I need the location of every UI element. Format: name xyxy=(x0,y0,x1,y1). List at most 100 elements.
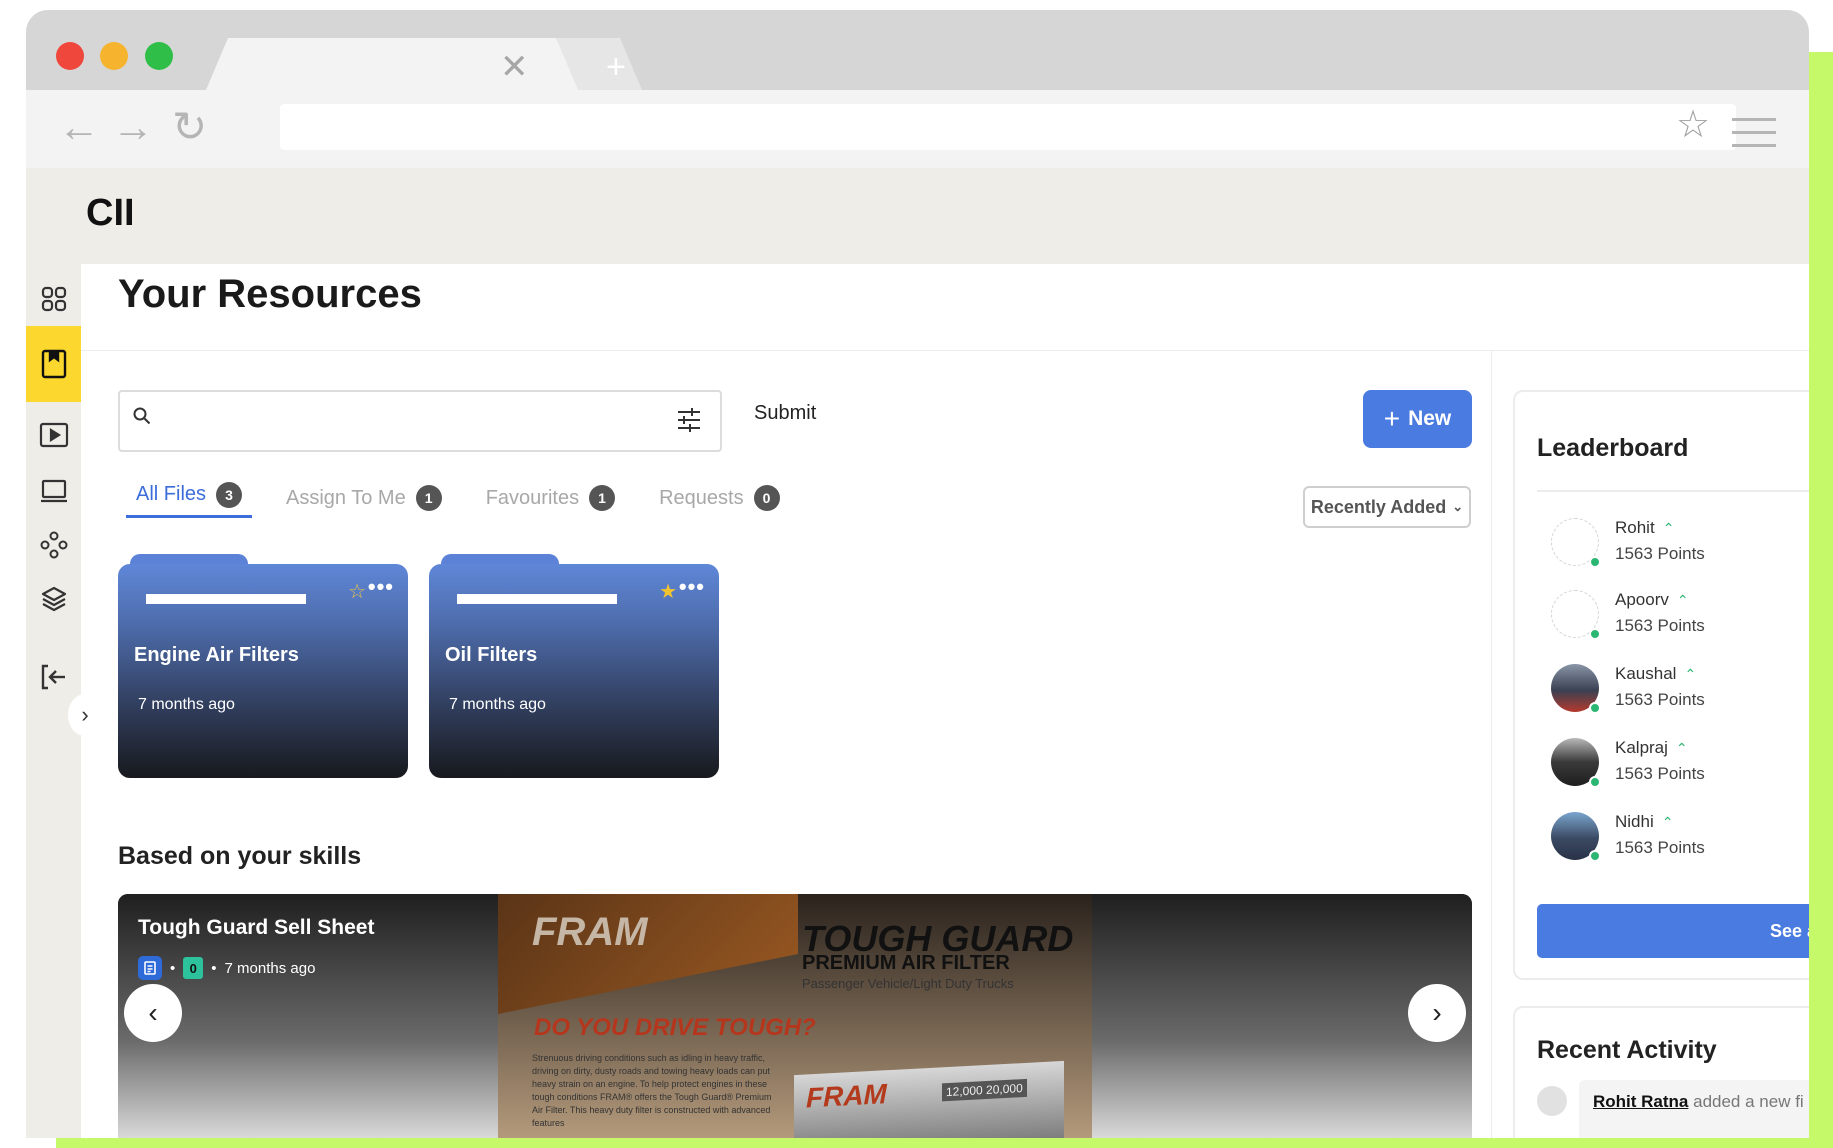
count-chip: 0 xyxy=(183,957,204,979)
new-button-label: New xyxy=(1408,407,1452,430)
chevron-left-icon: ‹ xyxy=(148,997,158,1028)
online-status-dot xyxy=(1589,556,1601,568)
promo-small-text: Passenger Vehicle/Light Duty Trucks xyxy=(802,976,1014,991)
tab-label: Requests xyxy=(659,486,744,509)
folder-card[interactable]: ☆ ••• Engine Air Filters 7 months ago xyxy=(118,554,408,778)
carousel-prev-button[interactable]: ‹ xyxy=(124,984,182,1042)
user-points: 1563 Points xyxy=(1615,764,1705,783)
submit-button[interactable]: Submit xyxy=(754,402,816,425)
bookmark-icon xyxy=(41,349,66,379)
leaderboard-row[interactable]: Kaushal ⌃ 1563 Points xyxy=(1551,662,1809,718)
tab-all-files[interactable]: All Files 3 xyxy=(126,478,253,518)
plus-icon[interactable]: + xyxy=(606,50,626,84)
minimize-window-button[interactable] xyxy=(100,42,128,70)
promo-subtitle: PREMIUM AIR FILTER xyxy=(802,952,1010,974)
grid-icon xyxy=(41,286,66,312)
browser-menu-icon[interactable] xyxy=(1732,118,1776,157)
see-all-button[interactable]: See all xyxy=(1537,904,1809,958)
tab-favourites[interactable]: Favourites 1 xyxy=(476,478,625,518)
count-badge: 1 xyxy=(589,485,616,511)
star-outline-icon[interactable]: ☆ xyxy=(348,582,366,602)
folder-body: ☆ ••• Engine Air Filters 7 months ago xyxy=(118,564,408,778)
close-tab-icon[interactable]: ✕ xyxy=(500,50,529,84)
skills-section-title: Based on your skills xyxy=(118,842,362,870)
app-header: CII xyxy=(26,168,1809,264)
column-divider xyxy=(1491,351,1492,1138)
user-points: 1563 Points xyxy=(1615,838,1705,857)
tab-assign-to-me[interactable]: Assign To Me 1 xyxy=(276,478,452,518)
sort-label: Recently Added xyxy=(1310,496,1447,517)
online-status-dot xyxy=(1589,628,1601,640)
search-icon xyxy=(133,407,151,425)
forward-arrow-icon[interactable]: → xyxy=(112,106,154,148)
rank-up-icon: ⌃ xyxy=(1675,739,1688,756)
play-icon xyxy=(39,422,68,448)
folder-paper xyxy=(146,594,306,604)
leaderboard-card: Leaderboard Rohit ⌃ 1563 Points Apoorv ⌃ 1… xyxy=(1513,390,1809,980)
activity-user-link[interactable]: Rohit Ratna xyxy=(1593,1092,1688,1111)
product-box: FRAM 12,000 20,000 xyxy=(794,1060,1064,1138)
search-input[interactable] xyxy=(160,402,660,440)
user-points: 1563 Points xyxy=(1615,690,1705,709)
sort-dropdown[interactable]: Recently Added ⌄ xyxy=(1303,486,1471,528)
resource-meta: • 0 • 7 months ago xyxy=(138,956,315,980)
plus-icon: + xyxy=(1383,403,1401,434)
close-window-button[interactable] xyxy=(56,42,84,70)
carousel-next-button[interactable]: › xyxy=(1408,984,1466,1042)
folder-name: Oil Filters xyxy=(445,644,538,666)
activity-text: added a new fi xyxy=(1688,1092,1804,1111)
rank-up-icon: ⌃ xyxy=(1676,591,1689,608)
document-icon xyxy=(138,956,162,980)
online-status-dot xyxy=(1589,702,1601,714)
maximize-window-button[interactable] xyxy=(145,42,173,70)
tab-label: All Files xyxy=(136,483,207,505)
star-filled-icon[interactable]: ★ xyxy=(659,582,677,602)
leaderboard-row[interactable]: Nidhi ⌃ 1563 Points xyxy=(1551,810,1809,866)
leaderboard-row[interactable]: Rohit ⌃ 1563 Points xyxy=(1551,516,1809,572)
user-name: Kalpraj xyxy=(1615,738,1668,757)
tab-requests[interactable]: Requests 0 xyxy=(649,478,790,518)
file-tabs: All Files 3 Assign To Me 1 Favourites 1 Req… xyxy=(126,478,790,522)
resource-preview-image[interactable]: FRAM TOUGH GUARD PREMIUM AIR FILTER Pass… xyxy=(498,894,1092,1138)
address-bar[interactable] xyxy=(280,104,1736,150)
new-button[interactable]: + New xyxy=(1363,390,1472,448)
sidebar-item-layers[interactable] xyxy=(26,566,81,632)
sidebar-item-dashboard[interactable] xyxy=(26,266,81,332)
avatar xyxy=(1537,1086,1567,1116)
recent-activity-title: Recent Activity xyxy=(1537,1036,1717,1064)
online-status-dot xyxy=(1589,776,1601,788)
user-points: 1563 Points xyxy=(1615,544,1705,563)
activity-item[interactable]: Rohit Ratna added a new fi xyxy=(1579,1080,1809,1138)
product-box-brand: FRAM xyxy=(806,1078,887,1114)
user-name: Nidhi xyxy=(1615,812,1654,831)
search-box xyxy=(118,390,722,452)
more-options-icon[interactable]: ••• xyxy=(368,576,394,598)
user-name: Rohit xyxy=(1615,518,1655,537)
folder-card[interactable]: ★ ••• Oil Filters 7 months ago xyxy=(429,554,719,778)
promo-body-text: Strenuous driving conditions such as idl… xyxy=(532,1053,772,1128)
promo-brand: FRAM xyxy=(532,910,648,954)
folder-date: 7 months ago xyxy=(449,696,546,713)
leaderboard-title: Leaderboard xyxy=(1537,434,1689,462)
sidebar-expand-chevron-icon[interactable]: › xyxy=(68,694,102,736)
user-name: Kaushal xyxy=(1615,664,1677,683)
reload-icon[interactable]: ↻ xyxy=(172,106,207,148)
tab-label: Assign To Me xyxy=(286,486,406,509)
leaderboard-row[interactable]: Kalpraj ⌃ 1563 Points xyxy=(1551,736,1809,792)
leaderboard-row[interactable]: Apoorv ⌃ 1563 Points xyxy=(1551,588,1809,644)
logout-icon xyxy=(41,664,65,690)
more-options-icon[interactable]: ••• xyxy=(679,576,705,598)
tab-label: Favourites xyxy=(485,486,580,509)
resource-title[interactable]: Tough Guard Sell Sheet xyxy=(138,916,374,940)
back-arrow-icon[interactable]: ← xyxy=(58,106,100,148)
chevron-down-icon: ⌄ xyxy=(1452,499,1464,514)
count-badge: 1 xyxy=(415,485,442,511)
recent-activity-card: Recent Activity Rohit Ratna added a new … xyxy=(1513,1006,1809,1138)
filter-sliders-icon[interactable] xyxy=(676,406,702,434)
layers-icon xyxy=(41,586,66,612)
product-box-numbers: 12,000 20,000 xyxy=(942,1078,1027,1102)
browser-tab[interactable] xyxy=(206,38,586,90)
browser-window: ✕ + ← → ↻ ☆ CII › Your Resources Submit … xyxy=(26,10,1809,1138)
sidebar-item-resources[interactable] xyxy=(26,326,81,402)
bookmark-star-icon[interactable]: ☆ xyxy=(1676,106,1710,144)
